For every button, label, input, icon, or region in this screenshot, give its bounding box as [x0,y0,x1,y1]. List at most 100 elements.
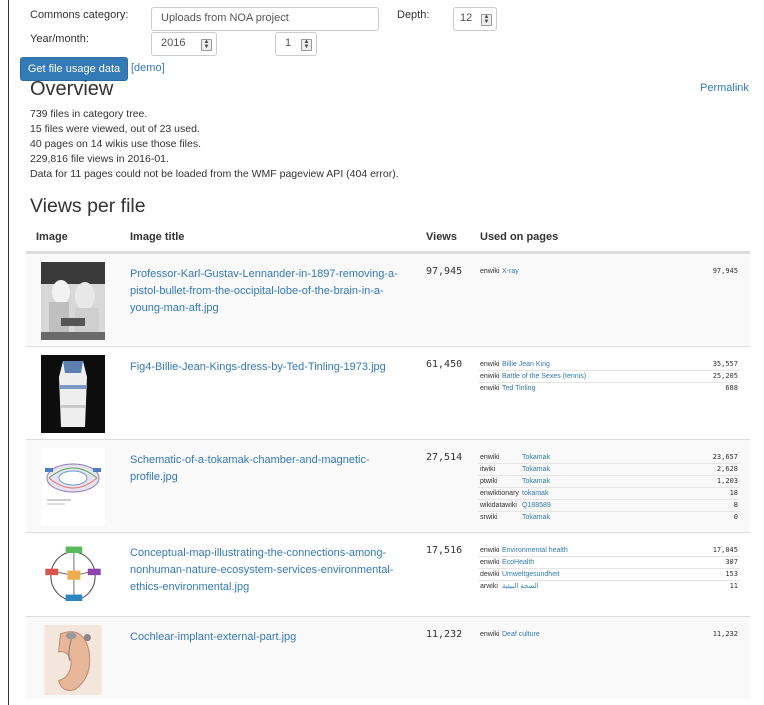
page-link[interactable]: X-ray [502,266,519,277]
image-title-link[interactable]: Cochlear-implant-external-part.jpg [130,629,415,646]
summary-line: 229,816 file views in 2016-01. [30,153,169,165]
wiki-name: enwiki [480,361,500,368]
overview-summary: 739 files in category tree. 15 files wer… [30,107,399,182]
month-value: 1 [285,37,292,49]
wiki-name: enwiki [480,559,500,566]
usage-row: enwiki Billie Jean King 35,557 [478,359,740,370]
table-row: Professor-Karl-Gustav-Lennander-in-1897-… [26,253,750,347]
month-spinner-icon[interactable]: ▲ ▼ [301,39,312,51]
wiki-name: enwiki [480,454,500,461]
usage-row: wikidatawiki Q188589 8 [478,499,740,511]
month-input[interactable]: 1 ▲ ▼ [275,32,317,56]
dress-photo-thumbnail[interactable] [41,355,105,433]
page-link[interactable]: Tokamak [522,512,550,523]
used-on-list: enwiki Billie Jean King 35,557 enwiki Ba… [478,359,740,394]
usage-row: enwiki Battle of the Sexes (tennis) 25,2… [478,370,740,382]
depth-spinner-icon[interactable]: ▲ ▼ [481,14,492,26]
page-link[interactable]: Tokamak [522,476,550,487]
usage-count: 35,557 [712,360,738,368]
page-link[interactable]: Q188589 [522,500,551,511]
usage-count: 23,657 [712,453,738,461]
usage-count: 1,203 [716,477,738,485]
table-row: Cochlear-implant-external-part.jpg 11,23… [26,616,750,699]
used-on-list: enwiki Environmental health 17,045 enwik… [478,545,740,592]
wiki-name: enwiki [480,631,500,638]
col-image: Image [36,231,68,243]
col-title: Image title [130,231,185,243]
category-input[interactable]: Uploads from NOA project [151,7,379,31]
usage-count: 688 [725,384,738,392]
usage-count: 18 [729,489,738,497]
usage-row: itwiki Tokamak 2,628 [478,463,740,475]
page-link[interactable]: EcoHealth [502,557,534,568]
year-spinner-icon[interactable]: ▲ ▼ [201,39,212,51]
depth-value: 12 [460,12,473,24]
wiki-name: enwiki [480,385,500,392]
usage-count: 11 [729,582,738,590]
page-link[interactable]: الصحة البيئية [502,581,539,592]
tokamak-schematic-thumbnail[interactable] [41,448,105,526]
depth-label: Depth: [397,9,430,21]
conceptual-map-thumbnail[interactable] [41,541,105,613]
surgery-photo-thumbnail[interactable] [41,262,105,340]
wiki-name: enwiki [480,547,500,554]
used-on-list: enwiki Deaf culture 11,232 [478,629,740,640]
table-row: Fig4-Billie-Jean-Kings-dress-by-Ted-Tinl… [26,346,750,440]
image-title-link[interactable]: Professor-Karl-Gustav-Lennander-in-1897-… [130,266,415,317]
year-value: 2016 [161,37,186,49]
demo-link[interactable]: [demo] [131,62,165,74]
image-title-link[interactable]: Schematic-of-a-tokamak-chamber-and-magne… [130,452,415,486]
page-link[interactable]: Tokamak [522,464,550,475]
used-on-list: enwiki Tokamak 23,657 itwiki Tokamak 2,6… [478,452,740,523]
summary-line: 40 pages on 14 wikis use those files. [30,138,202,150]
table-row: Schematic-of-a-tokamak-chamber-and-magne… [26,439,750,533]
wiki-name: arwiki [480,583,498,590]
page-link[interactable]: tokamak [522,488,548,499]
views-count: 97,945 [426,266,463,277]
page-link[interactable]: Billie Jean King [502,359,550,370]
usage-count: 97,945 [712,267,738,275]
page-link[interactable]: Umweltgesundheit [502,569,560,580]
page-link[interactable]: Battle of the Sexes (tennis) [502,371,586,382]
wiki-name: ptwiki [480,478,498,485]
usage-row: enwiki Ted Tinling 688 [478,382,740,394]
summary-line: 739 files in category tree. [30,108,148,120]
views-count: 17,516 [426,545,463,556]
usage-count: 0 [733,513,738,521]
usage-row: srwiki Tokamak 0 [478,511,740,523]
overview-heading: Overview [30,78,114,100]
col-used-on: Used on pages [480,231,559,243]
usage-row: arwiki الصحة البيئية 11 [478,580,740,592]
page-link[interactable]: Deaf culture [502,629,540,640]
usage-count: 17,045 [712,546,738,554]
usage-row: enwiki Deaf culture 11,232 [478,629,740,640]
yearmonth-label: Year/month: [30,33,89,45]
views-count: 27,514 [426,452,463,463]
page-link[interactable]: Tokamak [522,452,550,463]
wiki-name: dewiki [480,571,500,578]
wiki-name: enwiktionary [480,490,519,497]
table-row: Conceptual-map-illustrating-the-connecti… [26,532,750,617]
wiki-name: enwiki [480,373,500,380]
usage-count: 25,205 [712,372,738,380]
usage-count: 153 [725,570,738,578]
views-per-file-heading: Views per file [30,195,146,217]
permalink-link[interactable]: Permalink [700,82,749,94]
usage-row: enwiki X-ray 97,945 [478,266,740,277]
wiki-name: srwiki [480,514,498,521]
page-link[interactable]: Ted Tinling [502,383,535,394]
wiki-name: itwiki [480,466,496,473]
usage-row: enwiktionary tokamak 18 [478,487,740,499]
usage-row: enwiki Tokamak 23,657 [478,452,740,463]
year-input[interactable]: 2016 ▲ ▼ [151,32,217,56]
depth-input[interactable]: 12 ▲ ▼ [453,7,497,31]
table-header: Image Image title Views Used on pages [26,225,750,253]
summary-line: 15 files were viewed, out of 23 used. [30,123,200,135]
usage-count: 8 [733,501,738,509]
usage-row: enwiki Environmental health 17,045 [478,545,740,556]
cochlear-implant-thumbnail[interactable] [41,625,105,695]
wiki-name: wikidatawiki [480,502,517,509]
image-title-link[interactable]: Conceptual-map-illustrating-the-connecti… [130,545,415,596]
image-title-link[interactable]: Fig4-Billie-Jean-Kings-dress-by-Ted-Tinl… [130,359,415,376]
page-link[interactable]: Environmental health [502,545,568,556]
